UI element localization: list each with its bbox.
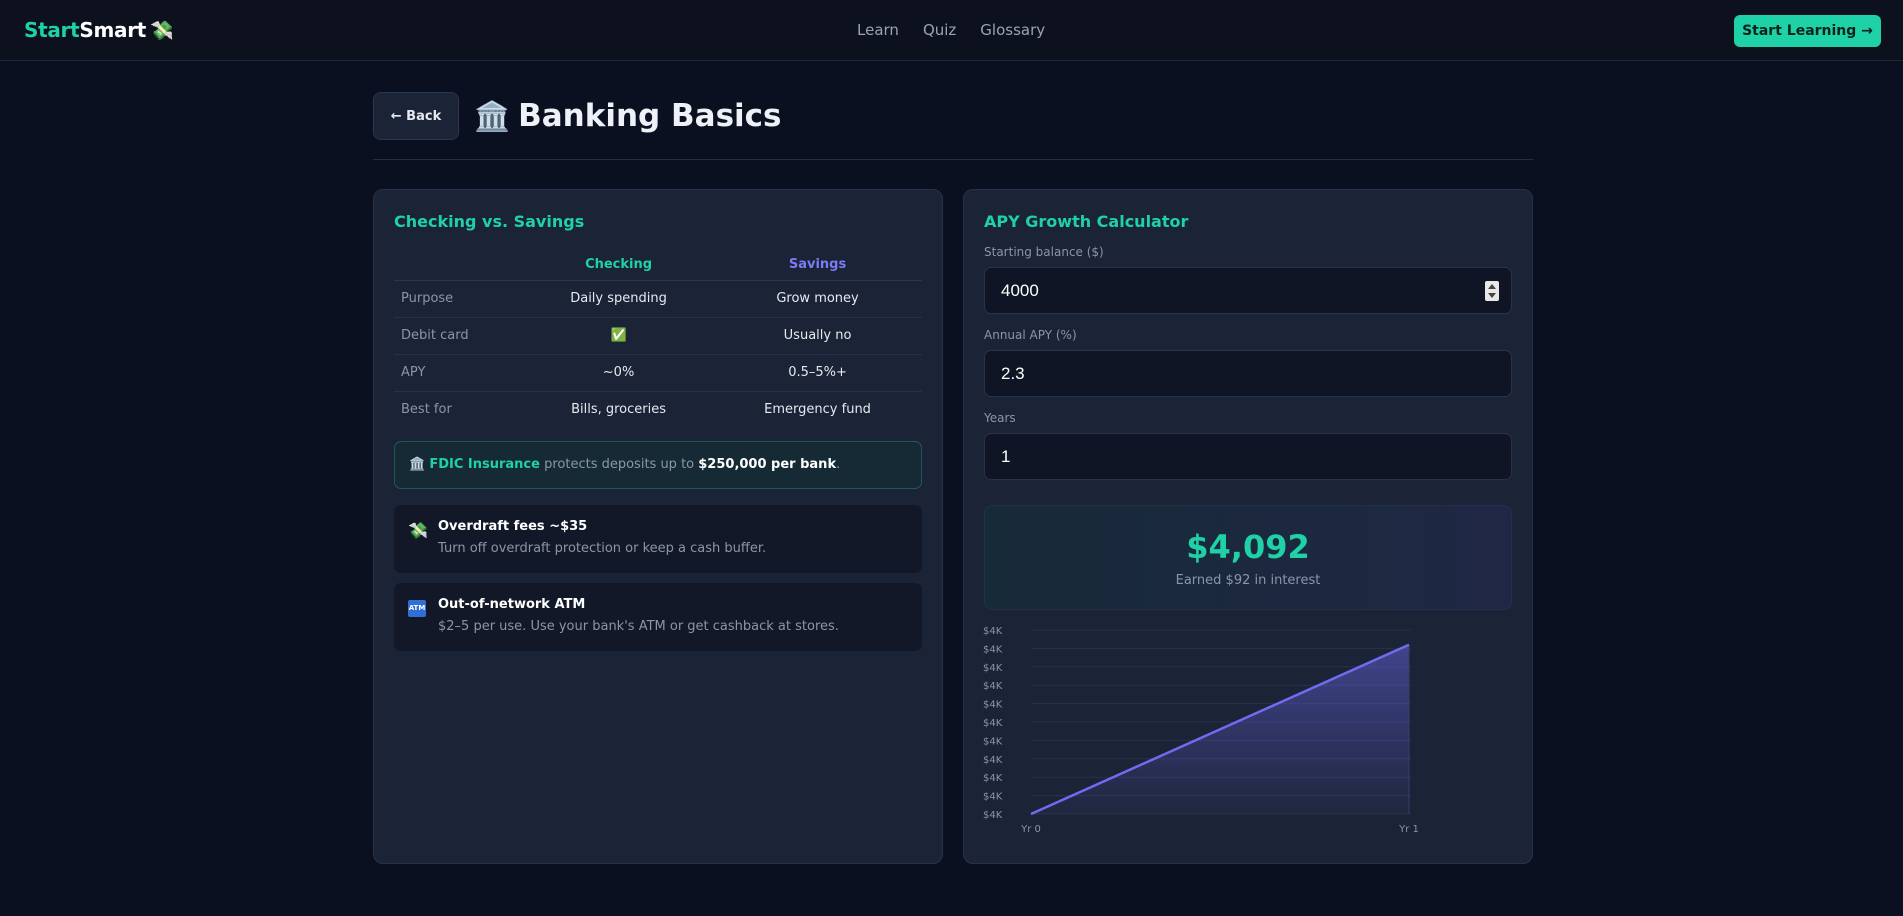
- result-total: $4,092: [1186, 528, 1310, 566]
- y-tick-label: $4K: [983, 755, 1003, 766]
- page-title-text: Banking Basics: [518, 98, 782, 134]
- tip-atm: ATM Out-of-network ATM $2–5 per use. Use…: [394, 583, 922, 651]
- result-panel: $4,092 Earned $92 in interest: [984, 505, 1512, 610]
- apy-value: 2.3: [1001, 364, 1025, 383]
- fdic-amount: $250,000 per bank: [698, 457, 837, 472]
- main-nav: Learn Quiz Glossary: [857, 21, 1045, 39]
- row-label: Best for: [401, 402, 452, 418]
- savings-cell: Grow money: [713, 280, 922, 318]
- apy-label: Annual APY (%): [984, 328, 1077, 342]
- row-label: APY: [394, 354, 524, 392]
- years-input[interactable]: 1: [984, 433, 1512, 480]
- checking-cell: Daily spending: [524, 280, 714, 318]
- apy-input[interactable]: 2.3: [984, 350, 1512, 397]
- nav-glossary[interactable]: Glossary: [980, 21, 1045, 39]
- table-row: Best for Bills, groceries Emergency fund: [394, 391, 922, 428]
- checkmark-icon: ✅: [524, 317, 714, 355]
- page-title: 🏛️ Banking Basics: [474, 98, 781, 134]
- start-learning-button[interactable]: Start Learning →: [1734, 15, 1881, 47]
- table-row: Debit card ✅ Usually no: [394, 317, 922, 355]
- savings-cell: Emergency fund: [764, 402, 871, 418]
- starting-balance-value: 4000: [1001, 281, 1039, 300]
- number-stepper-icon[interactable]: [1485, 281, 1499, 301]
- money-wings-icon: 💸: [408, 521, 428, 540]
- y-tick-label: $4K: [983, 663, 1003, 674]
- top-nav-bar: StartSmart 💸 Learn Quiz Glossary Start Le…: [0, 0, 1903, 61]
- y-tick-label: $4K: [983, 736, 1003, 747]
- heading-divider: [373, 159, 1533, 160]
- y-tick-label: $4K: [983, 810, 1003, 821]
- comparison-table: Checking Savings Purpose Daily spending …: [394, 250, 922, 428]
- row-label: Debit card: [394, 317, 524, 355]
- tip-description: Turn off overdraft protection or keep a …: [438, 541, 767, 556]
- result-interest: Earned $92 in interest: [1175, 573, 1321, 588]
- y-tick-label: $4K: [983, 718, 1003, 729]
- starting-balance-input[interactable]: 4000: [984, 267, 1512, 314]
- logo[interactable]: StartSmart 💸: [24, 18, 174, 42]
- nav-learn[interactable]: Learn: [857, 21, 899, 39]
- x-tick-label: Yr 1: [1398, 824, 1419, 835]
- table-row: APY ~0% 0.5–5%+: [394, 354, 922, 392]
- fdic-callout: 🏛️ FDIC Insurance protects deposits up t…: [394, 441, 922, 489]
- bank-icon: 🏛️: [409, 457, 426, 472]
- logo-text-smart: Smart: [79, 18, 147, 42]
- row-label: Purpose: [394, 280, 524, 318]
- checking-vs-savings-card: Checking vs. Savings Checking Savings Pu…: [373, 189, 943, 864]
- money-wings-icon: 💸: [150, 20, 174, 42]
- tip-overdraft: 💸 Overdraft fees ~$35 Turn off overdraft…: [394, 505, 922, 573]
- checking-cell: Bills, groceries: [571, 402, 667, 418]
- card-title: APY Growth Calculator: [984, 212, 1189, 231]
- years-value: 1: [1001, 447, 1011, 466]
- x-tick-label: Yr 0: [1020, 824, 1041, 835]
- apy-calculator-card: APY Growth Calculator Starting balance (…: [963, 189, 1533, 864]
- savings-cell: Usually no: [713, 317, 922, 355]
- column-header-checking: Checking: [524, 250, 714, 281]
- y-tick-label: $4K: [983, 773, 1003, 784]
- logo-text-start: Start: [24, 18, 80, 42]
- atm-icon: ATM: [408, 600, 426, 617]
- fdic-highlight: FDIC Insurance: [429, 457, 540, 472]
- table-header-blank: [394, 250, 524, 281]
- tip-description: $2–5 per use. Use your bank's ATM or get…: [438, 619, 839, 634]
- growth-chart: $4K $4K $4K $4K $4K $4K $4K $4K $4K $4K $4K Yr 0 Yr …: [983, 626, 1419, 835]
- years-label: Years: [984, 411, 1016, 425]
- tip-title: Overdraft fees ~$35: [438, 519, 588, 534]
- back-button[interactable]: ← Back: [373, 92, 459, 140]
- card-title: Checking vs. Savings: [394, 212, 585, 231]
- checking-cell: ~0%: [524, 354, 714, 392]
- y-tick-label: $4K: [983, 792, 1003, 803]
- bank-icon: 🏛️: [474, 99, 511, 133]
- y-tick-label: $4K: [983, 626, 1003, 637]
- fdic-text: protects deposits up to: [544, 457, 695, 472]
- fdic-period: .: [836, 457, 841, 472]
- y-tick-label: $4K: [983, 681, 1003, 692]
- y-tick-label: $4K: [983, 644, 1003, 655]
- y-tick-label: $4K: [983, 700, 1003, 711]
- nav-quiz[interactable]: Quiz: [923, 21, 956, 39]
- balance-label: Starting balance ($): [984, 245, 1104, 259]
- table-row: Purpose Daily spending Grow money: [394, 280, 922, 318]
- savings-cell: 0.5–5%+: [713, 354, 922, 392]
- tip-title: Out-of-network ATM: [438, 597, 586, 612]
- column-header-savings: Savings: [713, 250, 922, 281]
